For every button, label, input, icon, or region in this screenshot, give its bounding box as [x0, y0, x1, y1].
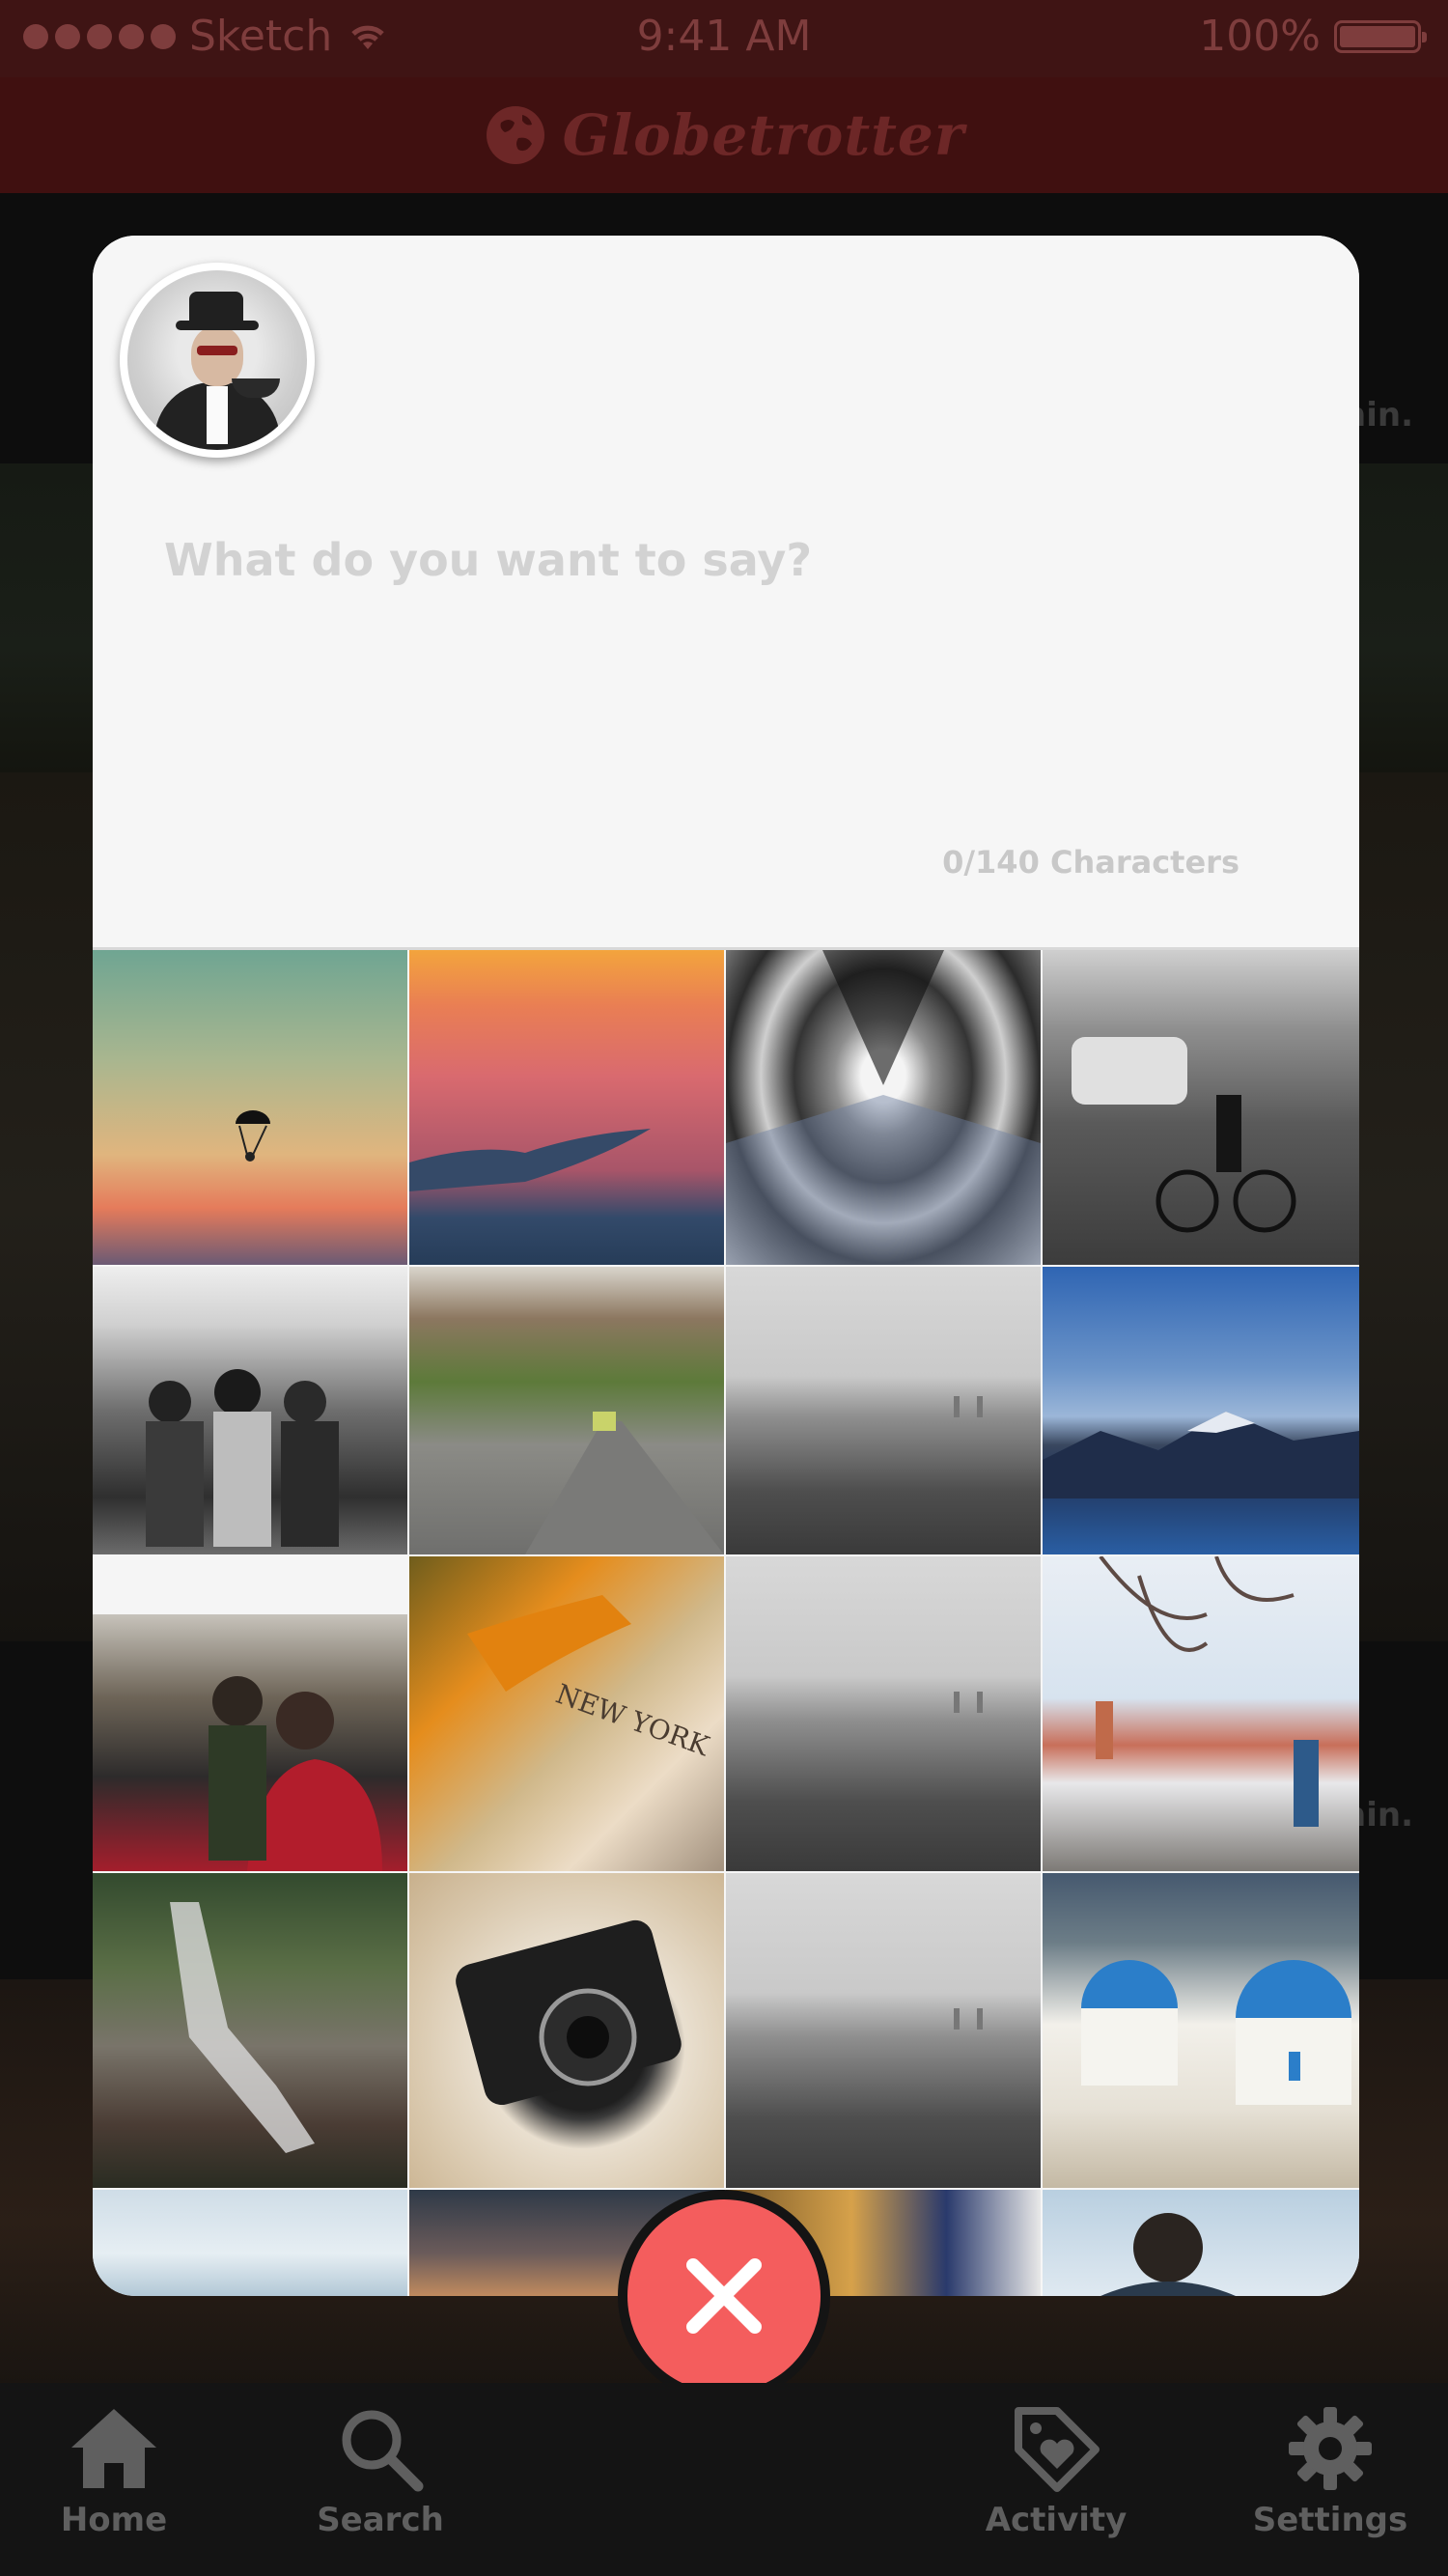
settings-icon	[1289, 2407, 1372, 2490]
photo-tile[interactable]	[1043, 2190, 1359, 2296]
battery-icon	[1334, 19, 1427, 53]
app-title: Globetrotter	[562, 102, 965, 168]
photo-tile[interactable]	[726, 1267, 1041, 1554]
close-button[interactable]	[618, 2190, 830, 2402]
tab-home-label: Home	[60, 2501, 168, 2539]
tab-activity-label: Activity	[985, 2501, 1128, 2539]
photo-tile[interactable]	[93, 1873, 407, 2188]
photo-tile[interactable]	[93, 1556, 407, 1871]
tab-search-label: Search	[317, 2501, 444, 2539]
tab-settings-label: Settings	[1252, 2501, 1408, 2539]
search-icon	[342, 2410, 424, 2492]
tab-search[interactable]: Search	[284, 2400, 477, 2564]
photo-tile[interactable]	[409, 1267, 724, 1554]
photo-tile[interactable]	[1043, 1556, 1359, 1871]
close-button-face[interactable]	[627, 2199, 821, 2393]
status-bar-right: 100%	[1199, 12, 1427, 61]
brand: Globetrotter	[0, 102, 1448, 168]
photo-tile[interactable]	[409, 1873, 724, 2188]
photo-tile[interactable]	[93, 950, 407, 1265]
character-counter: 0/140 Characters	[942, 844, 1239, 881]
photo-tile[interactable]	[726, 1556, 1041, 1871]
activity-icon	[1015, 2407, 1100, 2492]
photo-tile[interactable]	[409, 950, 724, 1265]
photo-tile[interactable]	[726, 1873, 1041, 2188]
photo-tile[interactable]: NEW YORK	[409, 1556, 724, 1871]
avatar[interactable]	[120, 263, 315, 458]
tab-settings[interactable]: Settings	[1234, 2400, 1427, 2564]
photo-tile[interactable]	[93, 2190, 407, 2296]
tab-activity[interactable]: Activity	[960, 2400, 1153, 2564]
battery-percent: 100%	[1199, 12, 1321, 61]
photo-tile[interactable]	[93, 1267, 407, 1554]
home-icon	[71, 2409, 156, 2488]
photo-tile[interactable]	[726, 950, 1041, 1265]
globe-icon	[486, 106, 544, 164]
close-icon	[686, 2258, 762, 2334]
compose-area: 0/140 Characters	[93, 236, 1359, 950]
avatar-photo	[127, 270, 307, 450]
tab-home[interactable]: Home	[17, 2400, 210, 2564]
compose-input[interactable]	[162, 525, 1228, 595]
compose-modal: 0/140 Characters	[93, 236, 1359, 2296]
photo-tile[interactable]	[1043, 1873, 1359, 2188]
photo-tile[interactable]	[1043, 950, 1359, 1265]
status-bar: Sketch 9:41 AM 100%	[0, 0, 1448, 77]
tab-bar: Home Search Activity Settings	[0, 2383, 1448, 2576]
nav-bar: Globetrotter	[0, 77, 1448, 193]
svg-text:NEW YORK: NEW YORK	[552, 1678, 714, 1763]
photo-tile[interactable]	[1043, 1267, 1359, 1554]
